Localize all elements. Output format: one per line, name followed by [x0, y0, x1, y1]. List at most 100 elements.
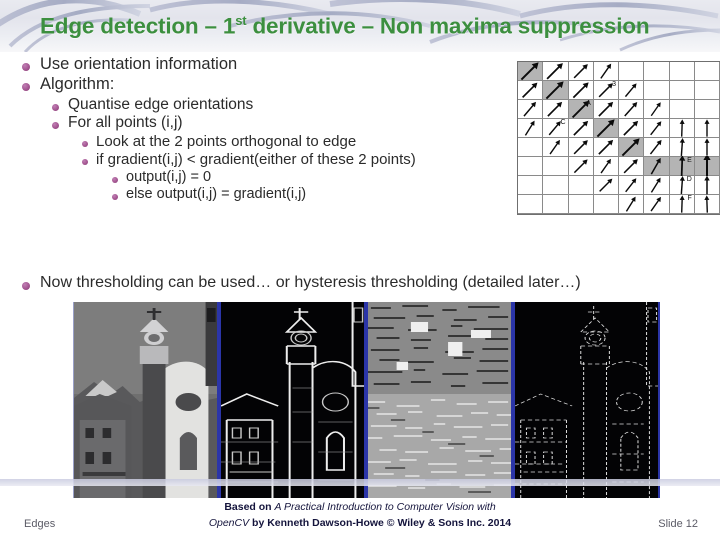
gradient-arrow-icon: [524, 120, 535, 136]
grid-cell: [593, 195, 619, 214]
footer-attribution-line1: Based on A Practical Introduction to Com…: [0, 500, 720, 516]
grid-cell: [619, 100, 645, 119]
bullet-text: else output(i,j) = gradient(i,j): [126, 185, 307, 202]
page-title-superscript: st: [235, 13, 247, 28]
example-image-strip: [73, 302, 660, 498]
gradient-arrow-icon: [624, 102, 638, 117]
grid-cell: [644, 138, 670, 157]
footer-divider-bar: [0, 479, 720, 486]
gradient-arrow-icon: [704, 175, 710, 195]
grid-cell: [543, 176, 569, 195]
grid-cell-label: F: [687, 195, 692, 202]
gradient-magnitude-image: [219, 302, 366, 498]
gradient-arrow-icon: [596, 119, 615, 138]
grid-cell: [518, 138, 544, 157]
grid-cell-label: A: [586, 100, 591, 107]
bullet-row-level-2: Quantise edge orientations: [0, 96, 520, 113]
gradient-arrow-icon: [549, 139, 561, 155]
bullet-row-level-4: output(i,j) = 0: [0, 169, 520, 185]
gradient-arrow-icon: [522, 82, 538, 98]
bullet-row-level-1: Algorithm:: [0, 75, 520, 94]
grid-cell: [518, 100, 544, 119]
gradient-arrow-icon: [704, 119, 710, 137]
non-maxima-suppressed-image: [513, 302, 660, 498]
bullet-row-level-2: For all points (i,j): [0, 114, 520, 132]
grid-cell: [619, 157, 645, 176]
bullet-row-level-4: else output(i,j) = gradient(i,j): [0, 185, 520, 202]
footer-author-copyright: by Kenneth Dawson-Howe © Wiley & Sons In…: [249, 516, 512, 529]
original-greyscale-image: [73, 302, 219, 498]
grid-cell: E: [669, 156, 695, 176]
grid-cell: [543, 138, 569, 157]
gradient-arrow-icon: [598, 139, 614, 155]
grid-cell: [518, 62, 544, 81]
gradient-arrow-icon: [573, 159, 588, 174]
gradient-arrow-icon: [650, 196, 662, 212]
bullet-text: Use orientation information: [40, 55, 238, 73]
gradient-arrow-icon: [650, 139, 662, 155]
grid-cell-label: D: [686, 176, 692, 183]
grid-cell: [619, 62, 645, 81]
grid-cell-label: 3: [612, 81, 616, 88]
gradient-arrow-icon: [679, 138, 685, 157]
grid-cell: [518, 81, 544, 100]
grid-cell: [644, 62, 670, 81]
footer-book-title-part2: OpenCV: [208, 516, 250, 529]
bullet-row-level-1: Use orientation information: [0, 55, 520, 73]
grid-cell: C: [543, 119, 569, 138]
grid-cell: [543, 100, 569, 119]
bullet-dot-icon: [52, 122, 59, 130]
page-title-prefix: Edge detection – 1: [40, 13, 236, 39]
grid-cell: [644, 81, 670, 100]
gradient-arrow-icon: [625, 196, 636, 212]
grid-cell: [593, 119, 619, 138]
gradient-arrow-icon: [703, 156, 711, 176]
grid-cell: A: [568, 100, 594, 119]
grid-cell: [644, 100, 670, 119]
grid-cell: [644, 157, 670, 176]
grid-cell: [518, 195, 544, 214]
page-title: Edge detection – 1st derivative – Non ma…: [40, 13, 720, 40]
bullet-text: For all points (i,j): [68, 114, 183, 132]
gradient-arrow-icon: [651, 157, 662, 175]
grid-cell: [694, 138, 720, 157]
gradient-arrow-icon: [546, 63, 564, 80]
grid-cell: [644, 195, 670, 214]
bullet-dot-icon: [112, 193, 118, 200]
grid-cell: [669, 100, 695, 119]
gradient-arrow-icon: [650, 121, 662, 136]
gradient-arrow-icon: [598, 101, 614, 117]
grid-cell: [518, 157, 544, 176]
footer-attribution: Based on A Practical Introduction to Com…: [0, 500, 720, 532]
bullet-dot-icon: [22, 83, 30, 92]
grid-cell: [644, 176, 670, 195]
gradient-arrow-icon: [621, 138, 640, 157]
grid-cell: [593, 176, 619, 195]
gradient-arrow-icon: [599, 178, 613, 192]
gradient-arrow-icon: [704, 195, 710, 213]
gradient-arrow-icon: [623, 120, 639, 136]
grid-cell: [619, 81, 645, 100]
grid-cell: [669, 138, 695, 157]
grid-cell: [619, 176, 645, 195]
grid-cell: [568, 81, 594, 100]
grid-cell: [619, 195, 645, 214]
bullet-text: Algorithm:: [40, 75, 115, 94]
gradient-arrow-icon: [651, 102, 662, 117]
grid-cell-label: C: [560, 119, 566, 126]
grid-cell: [694, 195, 720, 214]
footer-based-on: Based on: [224, 501, 275, 513]
gradient-orientation-grid: 3 A C E D F: [517, 61, 720, 215]
gradient-arrow-icon: [625, 178, 637, 193]
footer-book-title-part1: A Practical Introduction to Computer Vis…: [274, 501, 496, 513]
grid-cell: [619, 119, 645, 138]
bullet-text: Look at the 2 points orthogonal to edge: [96, 132, 357, 150]
grid-cell: [568, 157, 594, 176]
bullet-row-level-3: Look at the 2 points orthogonal to edge: [0, 132, 520, 150]
grid-cell: [669, 81, 695, 100]
grid-cell: F: [669, 195, 695, 214]
grid-cell: 3: [593, 81, 619, 100]
gradient-arrow-icon: [546, 81, 564, 100]
gradient-arrow-icon: [625, 83, 637, 98]
footer-attribution-line2: OpenCV by Kenneth Dawson-Howe © Wiley & …: [0, 516, 720, 532]
